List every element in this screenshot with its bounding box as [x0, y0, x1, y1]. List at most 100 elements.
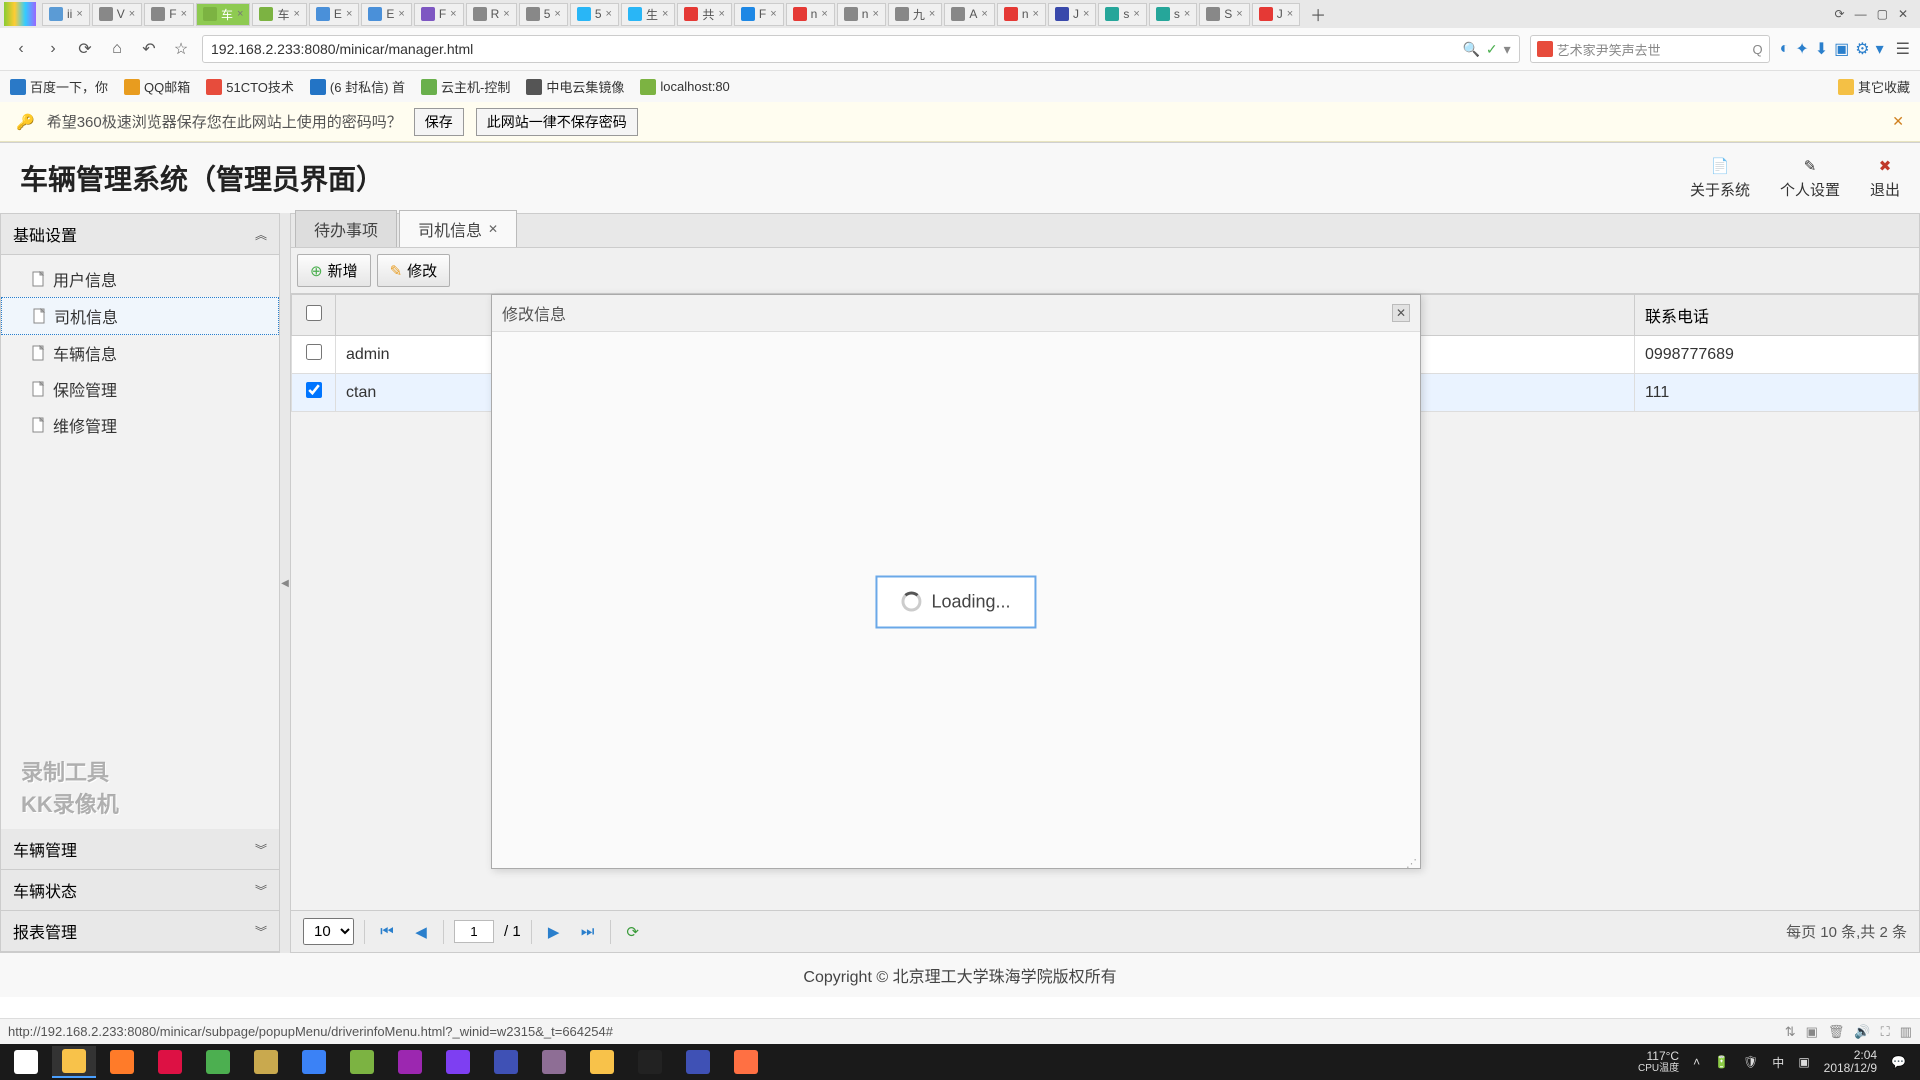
tab-close-icon[interactable]: ×: [398, 8, 404, 20]
tab-close-icon[interactable]: ×: [872, 8, 878, 20]
minimize-button[interactable]: —: [1855, 7, 1867, 21]
resize-handle[interactable]: ⋰: [1406, 857, 1418, 869]
close-window-button[interactable]: ✕: [1898, 7, 1908, 21]
taskbar-app-app8[interactable]: [676, 1046, 720, 1078]
tab-close-icon[interactable]: ×: [821, 8, 827, 20]
maximize-button[interactable]: ▢: [1877, 7, 1888, 21]
tray-chevron-icon[interactable]: ˄: [1693, 1055, 1700, 1069]
taskbar-app-app7[interactable]: [580, 1046, 624, 1078]
bookmark-item[interactable]: 云主机-控制: [421, 77, 510, 96]
splitter[interactable]: [280, 213, 290, 953]
browser-tab[interactable]: F×: [734, 3, 784, 26]
tab-close-icon[interactable]: ×: [929, 8, 935, 20]
back-button[interactable]: ‹: [10, 38, 32, 60]
browser-tab[interactable]: F×: [414, 3, 464, 26]
taskbar-app-app6[interactable]: [484, 1046, 528, 1078]
browser-tab[interactable]: 生×: [621, 3, 675, 26]
row-checkbox[interactable]: [306, 382, 322, 398]
tab-close-icon[interactable]: ×: [606, 8, 612, 20]
taskbar-app-cmd[interactable]: [628, 1046, 672, 1078]
settings-button[interactable]: ✎ 个人设置: [1780, 157, 1840, 200]
taskbar-app-ide[interactable]: [436, 1046, 480, 1078]
dropdown-icon[interactable]: ▾: [1504, 41, 1511, 58]
tab-close-icon[interactable]: ×: [1133, 8, 1139, 20]
tab-todo[interactable]: 待办事项: [295, 210, 397, 247]
tab-close-icon[interactable]: ×: [1287, 8, 1293, 20]
ext-icon-5[interactable]: ⚙: [1855, 39, 1869, 59]
browser-tab[interactable]: 九×: [888, 3, 942, 26]
bookmark-item[interactable]: localhost:80: [640, 77, 729, 96]
zoom-icon[interactable]: 🔍: [1462, 41, 1479, 58]
browser-tab[interactable]: S×: [1199, 3, 1249, 26]
taskbar-app-app5[interactable]: [388, 1046, 432, 1078]
dialog-titlebar[interactable]: 修改信息 ✕: [492, 295, 1420, 332]
browser-tab[interactable]: J×: [1252, 3, 1300, 26]
taskbar-app-eclipse[interactable]: [532, 1046, 576, 1078]
sidebar-item[interactable]: 用户信息: [1, 261, 279, 297]
sidebar-item[interactable]: 保险管理: [1, 371, 279, 407]
tray-icon[interactable]: ▣: [1798, 1055, 1809, 1069]
tab-close-icon[interactable]: ×: [718, 8, 724, 20]
tab-close-icon[interactable]: ×: [237, 8, 243, 20]
logout-button[interactable]: ✖ 退出: [1870, 157, 1900, 200]
bookmark-item[interactable]: (6 封私信) 首: [310, 77, 405, 96]
next-page-button[interactable]: ▶: [542, 920, 566, 944]
sync-icon[interactable]: ⟳: [1835, 7, 1845, 21]
tab-close-icon[interactable]: ×: [981, 8, 987, 20]
dialog-close-button[interactable]: ✕: [1392, 304, 1410, 322]
accordion-report-mgmt[interactable]: 报表管理 ︾: [1, 911, 279, 952]
url-bar[interactable]: 192.168.2.233:8080/minicar/manager.html …: [202, 35, 1520, 63]
search-dropdown-icon[interactable]: Q: [1753, 42, 1763, 57]
taskbar-app-explorer[interactable]: [52, 1046, 96, 1078]
status-icon[interactable]: ⛶: [1881, 1024, 1890, 1040]
status-icon[interactable]: 🔊: [1854, 1024, 1870, 1040]
prev-page-button[interactable]: ◀: [409, 920, 433, 944]
ext-icon-1[interactable]: ◐: [1780, 40, 1790, 58]
browser-tab[interactable]: 车×: [196, 3, 250, 26]
status-icon[interactable]: 🗑: [1828, 1024, 1845, 1040]
page-input[interactable]: [454, 920, 494, 943]
browser-tab[interactable]: R×: [466, 3, 517, 26]
taskbar-app-app4[interactable]: [340, 1046, 384, 1078]
browser-tab[interactable]: J×: [1048, 3, 1096, 26]
browser-app-icon[interactable]: [4, 2, 36, 26]
tab-close-icon[interactable]: ×: [1083, 8, 1089, 20]
accordion-basic-settings[interactable]: 基础设置 ︽: [1, 214, 279, 255]
tab-close-icon[interactable]: ×: [346, 8, 352, 20]
tab-close-icon[interactable]: ×: [1033, 8, 1039, 20]
home-button[interactable]: ⌂: [106, 38, 128, 60]
browser-tab[interactable]: 共×: [677, 3, 731, 26]
taskbar-app-app2[interactable]: [244, 1046, 288, 1078]
taskbar-app-app3[interactable]: [292, 1046, 336, 1078]
forward-button[interactable]: ›: [42, 38, 64, 60]
bookmarks-other[interactable]: 其它收藏: [1838, 77, 1910, 96]
browser-tab[interactable]: n×: [997, 3, 1046, 26]
tab-close-icon[interactable]: ×: [1236, 8, 1242, 20]
browser-tab[interactable]: E×: [361, 3, 411, 26]
tab-close-icon[interactable]: ×: [554, 8, 560, 20]
taskbar-app-wechat[interactable]: [196, 1046, 240, 1078]
tab-close-icon[interactable]: ×: [662, 8, 668, 20]
clock[interactable]: 2:04 2018/12/9: [1824, 1049, 1877, 1075]
taskbar-app-app1[interactable]: [148, 1046, 192, 1078]
tab-close-icon[interactable]: ×: [770, 8, 776, 20]
about-button[interactable]: 📄 关于系统: [1690, 157, 1750, 200]
status-icon[interactable]: ▣: [1806, 1024, 1818, 1040]
taskbar-app-app9[interactable]: [724, 1046, 768, 1078]
browser-tab[interactable]: 车×: [252, 3, 306, 26]
sidebar-item[interactable]: 司机信息: [1, 297, 279, 335]
tab-close-icon[interactable]: ×: [129, 8, 135, 20]
browser-tab[interactable]: 5×: [570, 3, 619, 26]
new-tab-button[interactable]: ＋: [1302, 0, 1334, 28]
accordion-vehicle-status[interactable]: 车辆状态 ︾: [1, 870, 279, 911]
refresh-button[interactable]: ⟳: [621, 920, 645, 944]
tab-driver-info[interactable]: 司机信息 ✕: [399, 210, 517, 247]
tab-close-icon[interactable]: ×: [293, 8, 299, 20]
taskbar-app-firefox[interactable]: [100, 1046, 144, 1078]
sidebar-item[interactable]: 车辆信息: [1, 335, 279, 371]
tray-icon[interactable]: 🛡: [1743, 1055, 1758, 1069]
page-size-select[interactable]: 10: [303, 918, 354, 945]
tab-close-icon[interactable]: ×: [503, 8, 509, 20]
never-save-password-button[interactable]: 此网站一律不保存密码: [476, 108, 638, 136]
close-notification-button[interactable]: ✕: [1892, 113, 1904, 130]
